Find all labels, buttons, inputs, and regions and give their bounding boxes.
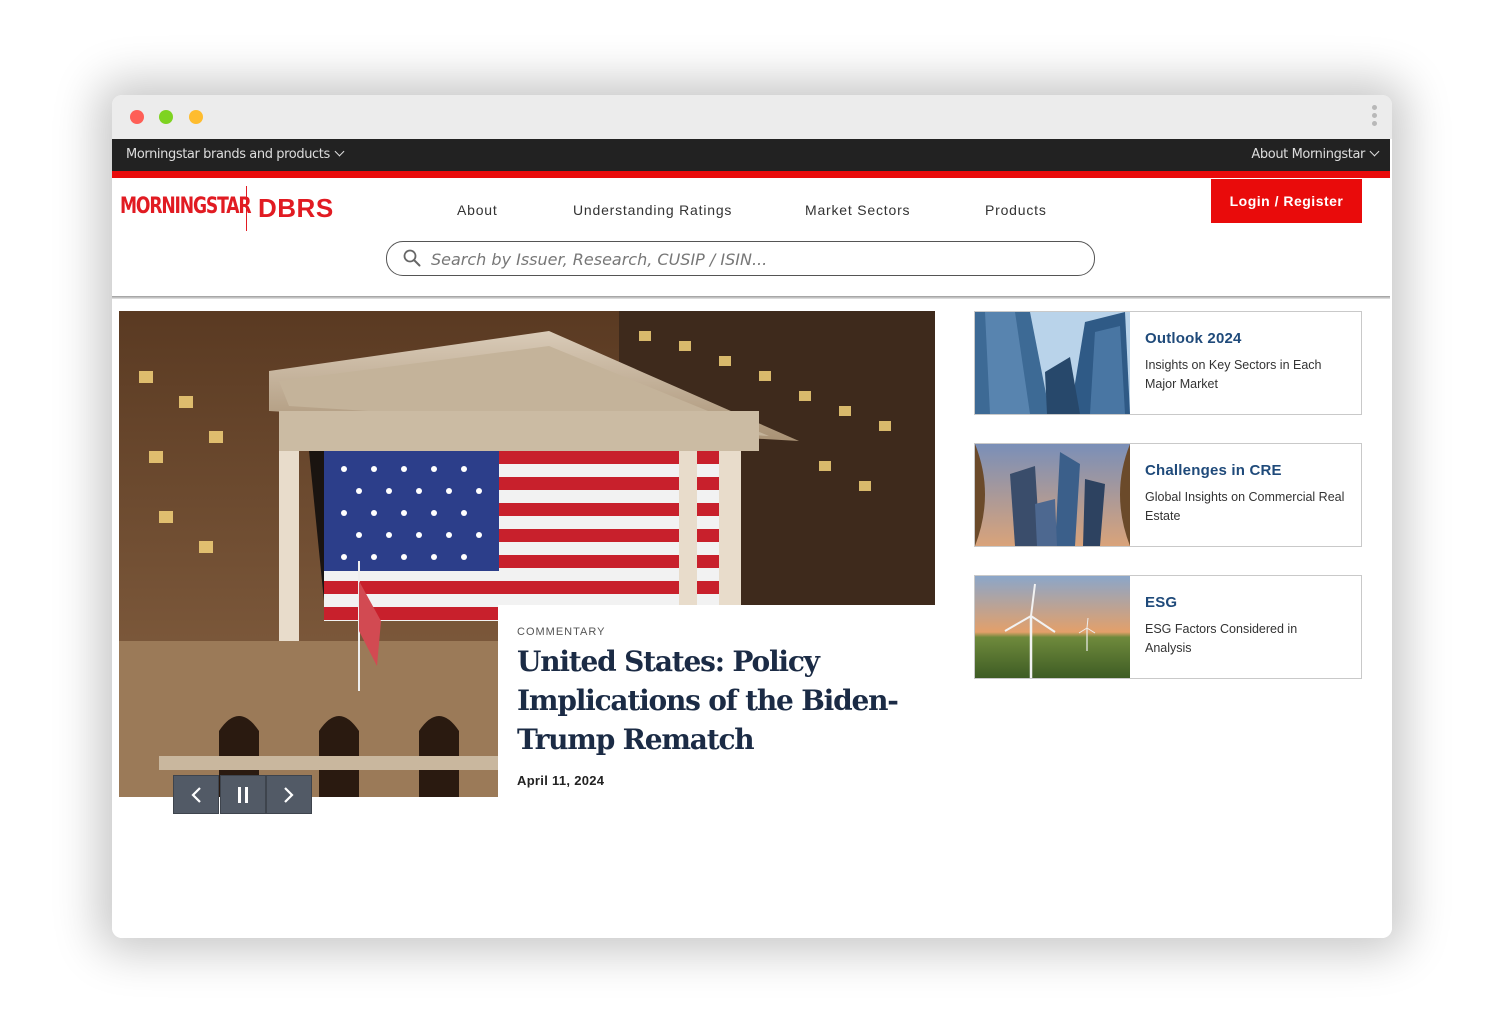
card-title: Challenges in CRE — [1145, 462, 1282, 479]
page: Morningstar brands and products About Mo… — [112, 139, 1392, 938]
dbrs-logo[interactable]: DBRS — [258, 193, 334, 224]
search-icon[interactable] — [403, 249, 421, 267]
article-headline[interactable]: United States: Policy Implications of th… — [517, 642, 917, 759]
login-register-button[interactable]: Login / Register — [1211, 179, 1362, 223]
feature-card-esg[interactable]: ESG ESG Factors Considered in Analysis — [974, 575, 1362, 679]
utility-bar: Morningstar brands and products About Mo… — [112, 139, 1390, 171]
chevron-down-icon — [334, 146, 345, 157]
site-header: MORNINGSTAR DBRS About Understanding Rat… — [112, 178, 1390, 296]
pause-icon — [238, 787, 248, 803]
wind-turbines-image — [975, 576, 1130, 678]
card-title: Outlook 2024 — [1145, 330, 1242, 347]
about-morningstar-menu[interactable]: About Morningstar — [1251, 146, 1380, 162]
nav-item-understanding-ratings[interactable]: Understanding Ratings — [573, 202, 732, 218]
skyscraper-image — [975, 312, 1130, 414]
chevron-right-icon — [284, 787, 294, 803]
card-description: ESG Factors Considered in Analysis — [1145, 622, 1298, 655]
feature-card-outlook[interactable]: Outlook 2024 Insights on Key Sectors in … — [974, 311, 1362, 415]
card-title: ESG — [1145, 594, 1178, 611]
nav-item-about[interactable]: About — [457, 202, 498, 218]
morningstar-logo[interactable]: MORNINGSTAR — [120, 194, 252, 219]
brand-accent-bar — [112, 171, 1390, 178]
chevron-left-icon — [191, 787, 201, 803]
maximize-window-button[interactable] — [159, 110, 173, 124]
chevron-down-icon — [1369, 146, 1380, 157]
browser-menu-icon[interactable] — [1370, 105, 1378, 131]
logo-divider — [246, 186, 247, 231]
feature-card-cre[interactable]: Challenges in CRE Global Insights on Com… — [974, 443, 1362, 547]
nav-item-market-sectors[interactable]: Market Sectors — [805, 202, 910, 218]
minimize-window-button[interactable] — [189, 110, 203, 124]
close-window-button[interactable] — [130, 110, 144, 124]
card-description: Insights on Key Sectors in Each Major Ma… — [1145, 358, 1322, 391]
browser-chrome — [112, 95, 1392, 139]
carousel-pause-button[interactable] — [220, 775, 266, 814]
about-morningstar-label: About Morningstar — [1251, 147, 1365, 162]
brands-products-label: Morningstar brands and products — [126, 147, 330, 162]
article-tag: COMMENTARY — [517, 626, 606, 638]
city-towers-image — [975, 444, 1130, 546]
browser-window: Morningstar brands and products About Mo… — [112, 95, 1392, 938]
carousel-next-button[interactable] — [266, 775, 312, 814]
carousel-prev-button[interactable] — [173, 775, 219, 814]
nav-item-products[interactable]: Products — [985, 202, 1047, 218]
search-input[interactable] — [431, 248, 1071, 270]
hero-carousel: COMMENTARY United States: Policy Implica… — [119, 311, 935, 814]
hero-caption-card[interactable]: COMMENTARY United States: Policy Implica… — [498, 605, 935, 805]
header-divider — [112, 296, 1390, 299]
card-description: Global Insights on Commercial Real Estat… — [1145, 490, 1345, 523]
brands-products-menu[interactable]: Morningstar brands and products — [126, 146, 345, 162]
article-date: April 11, 2024 — [517, 773, 605, 788]
search-bar — [386, 241, 1095, 276]
